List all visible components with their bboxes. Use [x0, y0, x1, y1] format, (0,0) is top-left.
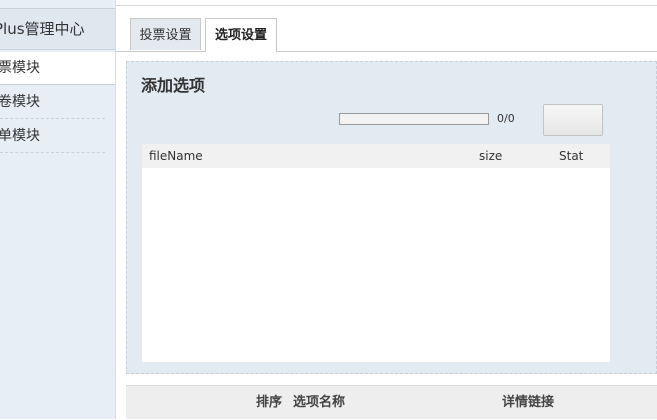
- column-header-stat: Stat: [559, 149, 584, 163]
- sidebar: Plus管理中心 票模块 卷模块 单模块: [0, 0, 116, 419]
- divider: [116, 5, 657, 6]
- tab-vote-settings[interactable]: 投票设置: [130, 18, 201, 50]
- sidebar-item-label: 票模块: [0, 60, 40, 76]
- upload-button[interactable]: [543, 104, 603, 136]
- options-list-header: 排序 选项名称 详情链接: [126, 385, 657, 419]
- column-header-size: size: [479, 149, 503, 163]
- tab-option-settings[interactable]: 选项设置: [205, 18, 277, 52]
- file-list-header: fileName size Stat: [142, 144, 610, 168]
- main-content: 投票设置 选项设置 添加选项 0/0 fileName size Stat 排序…: [116, 0, 657, 419]
- tab-bar: 投票设置 选项设置: [116, 18, 657, 52]
- panel-title: 添加选项: [141, 76, 206, 95]
- sidebar-title: Plus管理中心: [0, 8, 115, 50]
- sidebar-item-label: 卷模块: [0, 94, 40, 110]
- sidebar-item-vote[interactable]: 票模块: [0, 52, 115, 85]
- sidebar-item-label: 单模块: [0, 128, 40, 144]
- upload-progress-text: 0/0: [497, 112, 515, 125]
- file-list-table: fileName size Stat: [142, 144, 610, 362]
- column-header-option-name: 选项名称: [293, 395, 346, 410]
- add-option-panel: 添加选项 0/0 fileName size Stat: [126, 61, 657, 374]
- column-header-order: 排序: [256, 395, 283, 410]
- upload-progress-bar: [339, 113, 489, 125]
- sidebar-title-text: Plus管理中心: [0, 20, 85, 38]
- sidebar-item-form[interactable]: 单模块: [0, 120, 105, 153]
- column-header-detail-link: 详情链接: [502, 395, 555, 410]
- column-header-filename: fileName: [149, 149, 203, 163]
- sidebar-item-survey[interactable]: 卷模块: [0, 86, 105, 119]
